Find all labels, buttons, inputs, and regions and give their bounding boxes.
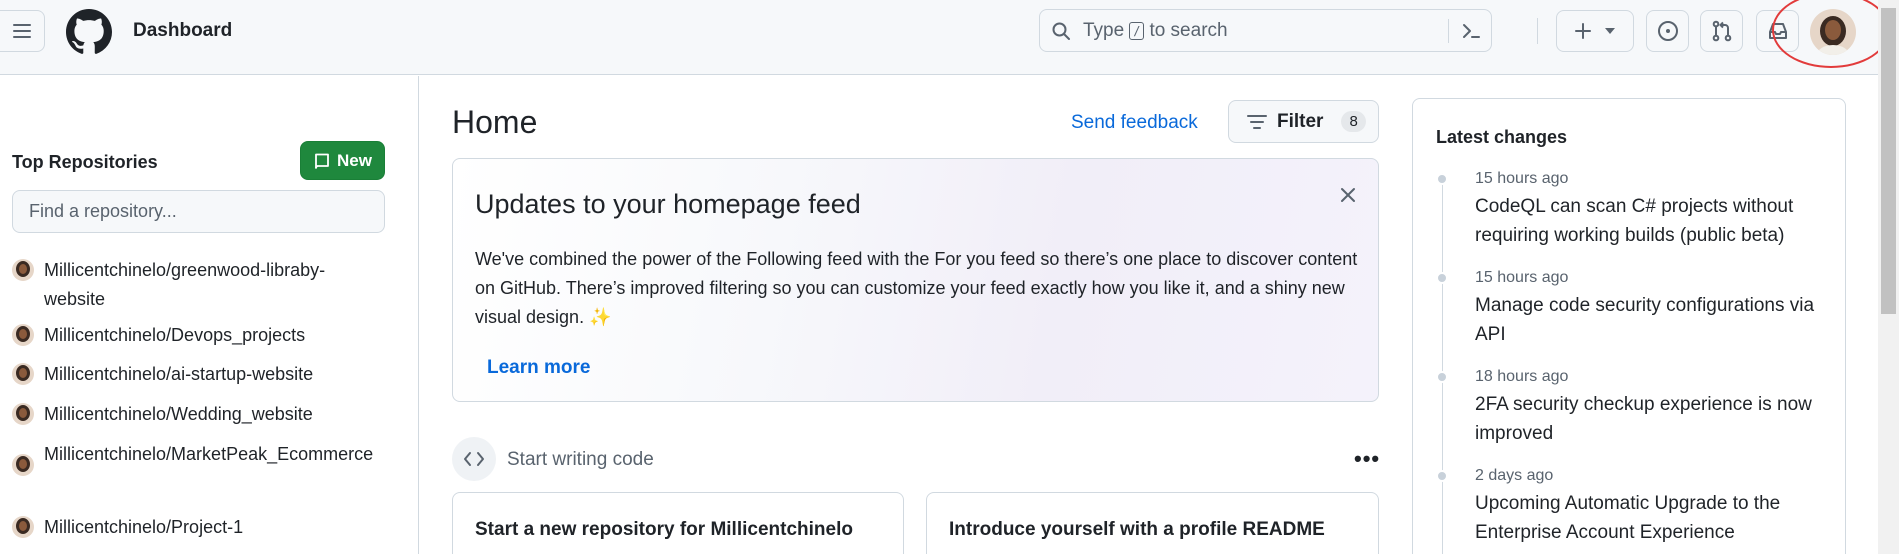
issue-icon bbox=[1657, 21, 1678, 41]
changelog-time: 15 hours ago bbox=[1475, 170, 1569, 187]
repo-list-item[interactable]: Millicentchinelo/Devops_projects bbox=[12, 321, 384, 350]
plus-icon bbox=[1575, 23, 1591, 39]
page-context-title[interactable]: Dashboard bbox=[133, 20, 232, 42]
changelog-time: 18 hours ago bbox=[1475, 368, 1569, 385]
page-title: Home bbox=[452, 104, 538, 140]
repo-owner-avatar bbox=[12, 259, 34, 281]
chevron-down-icon bbox=[1605, 28, 1615, 34]
find-repository-input[interactable]: Find a repository... bbox=[12, 190, 385, 233]
repo-link[interactable]: Millicentchinelo/Devops_projects bbox=[44, 321, 384, 350]
changelog-item[interactable]: 15 hours ago Manage code security config… bbox=[1436, 268, 1835, 349]
learn-more-link[interactable]: Learn more bbox=[487, 357, 590, 379]
repo-list-item[interactable]: Millicentchinelo/ai-startup-website bbox=[12, 360, 384, 389]
repo-icon bbox=[315, 153, 329, 169]
changelog-link[interactable]: Upcoming Automatic Upgrade to the Enterp… bbox=[1475, 489, 1835, 547]
scrollbar-thumb[interactable] bbox=[1881, 8, 1896, 314]
create-new-button[interactable] bbox=[1556, 10, 1634, 52]
new-repository-card[interactable]: Start a new repository for Millicentchin… bbox=[452, 492, 904, 554]
left-sidebar: Top Repositories New Find a repository..… bbox=[0, 76, 419, 554]
repo-owner-avatar bbox=[12, 516, 34, 538]
changelog-item[interactable]: 18 hours ago 2FA security checkup experi… bbox=[1436, 367, 1835, 448]
avatar bbox=[1810, 9, 1856, 55]
search-placeholder: Type / to search bbox=[1083, 20, 1228, 42]
command-palette-icon[interactable] bbox=[1460, 20, 1482, 42]
changelog-time: 15 hours ago bbox=[1475, 269, 1569, 286]
code-icon bbox=[464, 452, 484, 466]
timeline-dot bbox=[1436, 272, 1448, 284]
issues-button[interactable] bbox=[1646, 10, 1689, 52]
pull-request-icon bbox=[1712, 20, 1731, 42]
repo-link[interactable]: Millicentchinelo/greenwood-libraby-websi… bbox=[44, 256, 384, 314]
start-writing-heading: Start writing code bbox=[507, 449, 654, 470]
top-repositories-heading: Top Repositories bbox=[12, 152, 158, 172]
profile-readme-card[interactable]: Introduce yourself with a profile README bbox=[926, 492, 1379, 554]
new-repository-button[interactable]: New bbox=[300, 141, 385, 180]
latest-changes-panel: Latest changes 15 hours ago CodeQL can s… bbox=[1412, 98, 1846, 554]
changelog-link[interactable]: Manage code security configurations via … bbox=[1475, 291, 1835, 349]
top-header: Dashboard Type / to search bbox=[0, 0, 1899, 75]
pull-requests-button[interactable] bbox=[1700, 10, 1743, 52]
repo-list-item[interactable]: Millicentchinelo/MarketPeak_Ecommerce bbox=[12, 440, 384, 476]
repo-owner-avatar bbox=[12, 324, 34, 346]
github-logo[interactable] bbox=[66, 9, 112, 55]
repo-link[interactable]: Millicentchinelo/ai-startup-website bbox=[44, 360, 384, 389]
filter-icon bbox=[1247, 114, 1267, 129]
close-icon[interactable] bbox=[1340, 187, 1356, 203]
search-icon bbox=[1052, 22, 1070, 40]
timeline-dot bbox=[1436, 470, 1448, 482]
repo-link[interactable]: Millicentchinelo/MarketPeak_Ecommerce bbox=[44, 440, 384, 469]
latest-changes-heading: Latest changes bbox=[1436, 127, 1568, 147]
repo-list-item[interactable]: Millicentchinelo/Wedding_website bbox=[12, 400, 384, 429]
search-input[interactable]: Type / to search bbox=[1039, 9, 1492, 52]
changelog-link[interactable]: CodeQL can scan C# projects without requ… bbox=[1475, 192, 1835, 250]
changelog-item[interactable]: 15 hours ago CodeQL can scan C# projects… bbox=[1436, 169, 1835, 250]
timeline-line bbox=[1442, 173, 1443, 554]
timeline-dot bbox=[1436, 173, 1448, 185]
filter-button[interactable]: Filter 8 bbox=[1228, 100, 1379, 143]
repo-list-item[interactable]: Millicentchinelo/Project-1 bbox=[12, 513, 384, 542]
send-feedback-link[interactable]: Send feedback bbox=[1071, 112, 1198, 134]
user-avatar-button[interactable] bbox=[1810, 9, 1856, 55]
timeline-dot bbox=[1436, 371, 1448, 383]
search-placeholder-start: Type bbox=[1083, 20, 1125, 41]
kebab-icon[interactable]: ••• bbox=[1354, 446, 1380, 472]
inbox-button[interactable] bbox=[1756, 10, 1799, 52]
hamburger-icon bbox=[13, 24, 31, 38]
search-divider bbox=[1448, 19, 1449, 43]
feed-updates-banner: Updates to your homepage feed We've comb… bbox=[452, 158, 1379, 402]
repo-owner-avatar bbox=[12, 363, 34, 385]
repo-list-item[interactable]: Millicentchinelo/greenwood-libraby-websi… bbox=[12, 256, 384, 314]
repo-link[interactable]: Millicentchinelo/Wedding_website bbox=[44, 400, 384, 429]
code-icon-badge bbox=[452, 437, 496, 481]
search-placeholder-end: to search bbox=[1149, 20, 1228, 41]
filter-label: Filter bbox=[1277, 110, 1324, 132]
hamburger-menu-button[interactable] bbox=[0, 10, 45, 52]
changelog-item[interactable]: 2 days ago Upcoming Automatic Upgrade to… bbox=[1436, 466, 1835, 547]
changelog-link[interactable]: 2FA security checkup experience is now i… bbox=[1475, 390, 1835, 448]
repo-link[interactable]: Millicentchinelo/Project-1 bbox=[44, 513, 384, 542]
banner-title: Updates to your homepage feed bbox=[475, 189, 861, 219]
banner-body: We've combined the power of the Followin… bbox=[475, 249, 1358, 327]
changelog-time: 2 days ago bbox=[1475, 467, 1554, 484]
search-shortcut-key: / bbox=[1129, 22, 1145, 40]
filter-count-badge: 8 bbox=[1341, 111, 1366, 132]
inbox-icon bbox=[1768, 23, 1787, 39]
header-separator bbox=[1537, 18, 1538, 44]
repo-owner-avatar bbox=[12, 403, 34, 425]
repo-owner-avatar bbox=[12, 454, 34, 476]
new-button-label: New bbox=[337, 150, 372, 170]
